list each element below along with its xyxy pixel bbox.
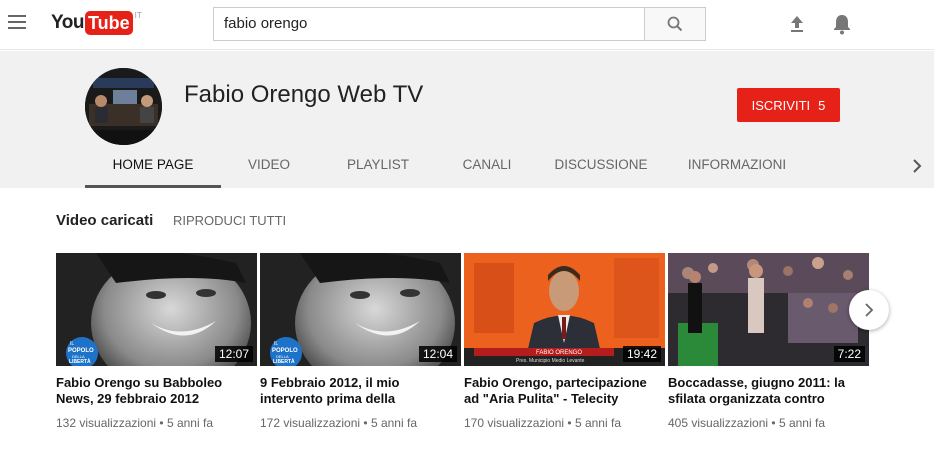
video-card[interactable]: FABIO ORENGO Pres. Municipio Medio Levan… [464,253,665,430]
video-views: 132 visualizzazioni [56,416,157,430]
video-meta: 405 visualizzazioni • 5 anni fa [668,416,869,430]
masthead: You Tube IT fabio orengo [0,0,934,50]
video-age: 5 anni fa [370,416,417,430]
section-title[interactable]: Video caricati [56,212,153,229]
channel-tabs: HOME PAGE VIDEO PLAYLIST CANALI DISCUSSI… [85,146,807,188]
video-duration: 19:42 [622,346,661,362]
video-card[interactable]: 7:22 Boccadasse, giugno 2011: la sfilata… [668,253,869,430]
video-age: 5 anni fa [574,416,621,430]
logo-text-liberta: LIBERTÀ [273,358,295,365]
bell-icon[interactable] [832,13,852,35]
video-thumbnail[interactable]: IL POPOLO DELLA LIBERTÀ 12:07 [56,253,257,366]
video-card[interactable]: IL POPOLO DELLA LIBERTÀ 12:07 Fabio Oren… [56,253,257,430]
video-duration: 12:04 [418,346,457,362]
video-meta: 170 visualizzazioni • 5 anni fa [464,416,665,430]
search-icon [667,16,683,32]
logo-tube-text: Tube [84,11,133,35]
subscribe-label: ISCRIVITI [751,97,811,113]
tab-video[interactable]: VIDEO [221,146,317,188]
video-title[interactable]: 9 Febbraio 2012, il mio intervento prima… [260,375,461,407]
tab-playlist[interactable]: PLAYLIST [317,146,439,188]
video-duration: 7:22 [833,346,865,362]
video-meta: 132 visualizzazioni • 5 anni fa [56,416,257,430]
video-duration: 12:07 [214,346,253,362]
video-meta: 172 visualizzazioni • 5 anni fa [260,416,461,430]
video-age: 5 anni fa [166,416,213,430]
logo-text-il: IL [274,341,278,347]
search-button[interactable] [644,7,706,41]
chevron-right-icon [865,303,874,317]
video-views: 172 visualizzazioni [260,416,361,430]
video-views: 405 visualizzazioni [668,416,769,430]
tab-home[interactable]: HOME PAGE [85,146,221,188]
logo-country-code: IT [134,10,142,20]
subscriber-count: 5 [818,97,826,113]
hamburger-menu-icon[interactable] [8,15,26,29]
video-title[interactable]: Fabio Orengo su Babboleo News, 29 febbra… [56,375,257,407]
tab-canali[interactable]: CANALI [439,146,535,188]
tab-informazioni[interactable]: INFORMAZIONI [667,146,807,188]
play-all-button[interactable]: RIPRODUCI TUTTI [173,213,286,228]
lower-third-name: FABIO ORENGO [536,350,582,356]
meta-separator: • [363,416,368,430]
channel-avatar[interactable] [85,68,162,145]
search-input[interactable]: fabio orengo [213,7,645,41]
video-thumbnail[interactable]: IL POPOLO DELLA LIBERTÀ 12:04 [260,253,461,366]
tab-discussione[interactable]: DISCUSSIONE [535,146,667,188]
meta-separator: • [771,416,776,430]
tabs-next-chevron-icon[interactable] [912,159,922,178]
video-card[interactable]: IL POPOLO DELLA LIBERTÀ 12:04 9 Febbraio… [260,253,461,430]
upload-icon[interactable] [787,14,807,34]
video-thumbnail[interactable]: FABIO ORENGO Pres. Municipio Medio Levan… [464,253,665,366]
video-title[interactable]: Boccadasse, giugno 2011: la sfilata orga… [668,375,869,407]
carousel-next-button[interactable] [849,290,889,330]
channel-title: Fabio Orengo Web TV [184,81,424,108]
channel-header: Fabio Orengo Web TV ISCRIVITI 5 HOME PAG… [0,51,934,188]
meta-separator: • [159,416,164,430]
video-thumbnail[interactable]: 7:22 [668,253,869,366]
youtube-logo[interactable]: You Tube IT [51,11,142,35]
logo-text-liberta: LIBERTÀ [69,358,91,365]
video-views: 170 visualizzazioni [464,416,565,430]
video-age: 5 anni fa [778,416,825,430]
logo-you-text: You [51,12,84,33]
logo-text-il: IL [70,341,74,347]
meta-separator: • [567,416,572,430]
lower-third-role: Pres. Municipio Medio Levante [516,358,585,364]
video-title[interactable]: Fabio Orengo, partecipazione ad "Aria Pu… [464,375,665,407]
subscribe-button[interactable]: ISCRIVITI 5 [737,88,840,122]
